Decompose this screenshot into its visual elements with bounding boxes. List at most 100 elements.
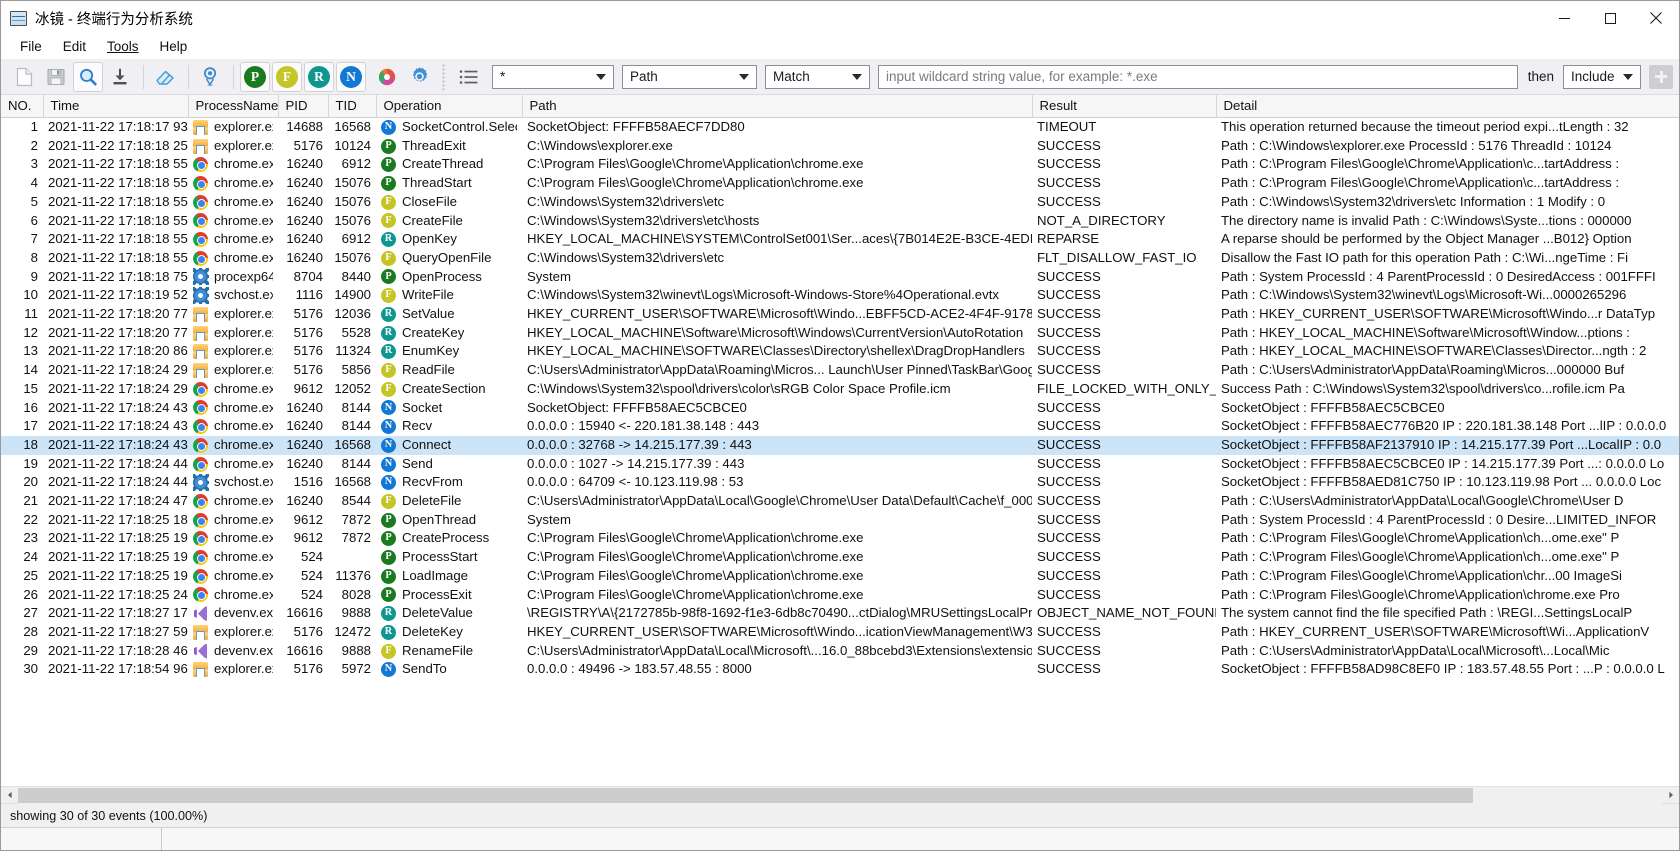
cell-path: C:\Program Files\Google\Chrome\Applicati… <box>527 586 864 602</box>
filter-operator-select[interactable]: Match <box>765 64 870 89</box>
table-row[interactable]: 2 2021-11-22 17:18:18 258 explorer.exe 5176… <box>1 137 1679 156</box>
column-header-pid[interactable]: PID <box>278 95 329 118</box>
operation-type-P-icon: P <box>381 568 396 584</box>
cell-tid: 15076 <box>334 175 371 191</box>
table-row[interactable]: 22 2021-11-22 17:18:25 184 chrome.exe 9612 7… <box>1 511 1679 530</box>
table-row[interactable]: 16 2021-11-22 17:18:24 436 chrome.exe 16240… <box>1 399 1679 418</box>
table-row[interactable]: 13 2021-11-22 17:18:20 865 explorer.exe 517… <box>1 342 1679 361</box>
table-row[interactable]: 26 2021-11-22 17:18:25 248 chrome.exe 524 80… <box>1 586 1679 605</box>
table-row[interactable]: 30 2021-11-22 17:18:54 963 explorer.exe 517… <box>1 660 1679 679</box>
cell-pid: 16240 <box>286 418 323 434</box>
cell-processname: chrome.exe <box>188 230 278 249</box>
column-header-path[interactable]: Path <box>522 95 1033 118</box>
column-header-operation[interactable]: Operation <box>376 95 523 118</box>
table-row[interactable]: 11 2021-11-22 17:18:20 771 explorer.exe 517… <box>1 305 1679 324</box>
column-header-time[interactable]: Time <box>43 95 189 118</box>
locate-pin-icon[interactable] <box>195 62 225 92</box>
cell-path: HKEY_LOCAL_MACHINE\SYSTEM\ControlSet001\… <box>527 231 1032 247</box>
network-filter-icon[interactable]: N <box>336 61 366 92</box>
table-row[interactable]: 242021-11-22 17:18:25 190chrome.exe524PP… <box>1 548 1679 567</box>
table-row[interactable]: 15 2021-11-22 17:18:24 298 chrome.exe 9612 1… <box>1 380 1679 399</box>
table-row[interactable]: 6 2021-11-22 17:18:18 555 chrome.exe 16240 1… <box>1 212 1679 231</box>
cell-result: SUCCESS <box>1037 287 1101 303</box>
close-button[interactable] <box>1633 1 1679 35</box>
menu-file[interactable]: File <box>11 37 51 58</box>
network-filter-letter: N <box>340 65 362 88</box>
menu-tools-label: Tools <box>107 38 139 54</box>
cell-processname: chrome.exe <box>188 586 278 605</box>
column-header-processname[interactable]: ProcessName <box>188 95 279 118</box>
table-row[interactable]: 8 2021-11-22 17:18:18 555 chrome.exe 16240 1… <box>1 249 1679 268</box>
operation-label: OpenKey <box>402 231 457 247</box>
toolbar-grip[interactable] <box>442 63 446 90</box>
color-highlight-icon[interactable] <box>372 62 402 92</box>
horizontal-scroll-thumb[interactable] <box>18 787 1473 803</box>
cell-tid: 7872 <box>341 511 371 527</box>
process-name-label: chrome.exe <box>214 455 273 471</box>
table-row[interactable]: 182021-11-22 17:18:24 439 chrome.exe 16240… <box>1 435 1679 455</box>
filter-field-select[interactable]: * <box>492 64 614 89</box>
menu-help[interactable]: Help <box>151 37 197 58</box>
process-name-label: devenv.exe <box>214 642 273 658</box>
table-row[interactable]: 29 2021-11-22 17:18:28 465 devenv.exe 16616… <box>1 642 1679 661</box>
list-view-icon[interactable] <box>454 62 484 92</box>
table-row[interactable]: 20 2021-11-22 17:18:24 447 svchost.exe 1516… <box>1 473 1679 492</box>
scroll-right-icon[interactable] <box>1662 787 1679 804</box>
horizontal-scrollbar[interactable] <box>1 786 1679 804</box>
save-icon[interactable] <box>41 62 71 92</box>
table-row[interactable]: 3 2021-11-22 17:18:18 555 chrome.exe 16240 6… <box>1 155 1679 174</box>
cell-detail: The system cannot find the file specifie… <box>1221 605 1633 621</box>
filter-column-select[interactable]: Path <box>622 64 757 89</box>
filter-action-select[interactable]: Include <box>1563 64 1641 89</box>
table-row[interactable]: 27 2021-11-22 17:18:27 176 devenv.exe 16616… <box>1 604 1679 623</box>
operation-type-R-icon: R <box>381 325 396 341</box>
process-filter-icon[interactable]: P <box>240 61 270 92</box>
table-row[interactable]: 12 2021-11-22 17:18:20 771 explorer.exe 517… <box>1 324 1679 343</box>
column-header-tid[interactable]: TID <box>328 95 377 118</box>
cell-operation: F RenameFile <box>376 642 522 661</box>
table-row[interactable]: 9 2021-11-22 17:18:18 758 procexp64.exe 870… <box>1 268 1679 287</box>
operation-type-F-icon: F <box>381 250 396 266</box>
horizontal-scroll-track[interactable] <box>18 786 1662 804</box>
scroll-left-icon[interactable] <box>1 787 18 804</box>
search-icon[interactable] <box>73 61 103 92</box>
table-row[interactable]: 25 2021-11-22 17:18:25 197 chrome.exe 524 11… <box>1 567 1679 586</box>
cell-no: 5 <box>30 193 38 209</box>
table-row[interactable]: 28 2021-11-22 17:18:27 595 explorer.exe 517… <box>1 623 1679 642</box>
eraser-icon[interactable] <box>150 62 180 92</box>
registry-filter-icon[interactable]: R <box>304 61 334 92</box>
menu-edit[interactable]: Edit <box>54 37 95 58</box>
menu-tools[interactable]: Tools <box>98 37 148 58</box>
cell-tid: 8028 <box>341 586 371 602</box>
process-name-label: chrome.exe <box>214 399 273 415</box>
chevron-down-icon <box>596 73 606 80</box>
filter-value-input[interactable] <box>878 64 1518 89</box>
table-row[interactable]: 19 2021-11-22 17:18:24 440 chrome.exe 16240… <box>1 455 1679 474</box>
table-row[interactable]: 17 2021-11-22 17:18:24 437 chrome.exe 16240… <box>1 417 1679 436</box>
table-row[interactable]: 14 2021-11-22 17:18:24 296 explorer.exe 517… <box>1 361 1679 380</box>
minimize-button[interactable] <box>1541 1 1587 35</box>
import-icon[interactable] <box>105 62 135 92</box>
chrome-icon <box>193 568 208 584</box>
table-row[interactable]: 1 2021-11-22 17:18:17 930 explorer.exe 1468… <box>1 118 1679 137</box>
column-header-result[interactable]: Result <box>1032 95 1217 118</box>
table-row[interactable]: 4 2021-11-22 17:18:18 555 chrome.exe 16240 1… <box>1 174 1679 193</box>
table-row[interactable]: 10 2021-11-22 17:18:19 524 svchost.exe 1116… <box>1 286 1679 305</box>
process-name-label: chrome.exe <box>214 511 273 527</box>
maximize-button[interactable] <box>1587 1 1633 35</box>
column-header-detail[interactable]: Detail <box>1216 95 1679 118</box>
table-row[interactable]: 5 2021-11-22 17:18:18 555 chrome.exe 16240 1… <box>1 193 1679 212</box>
table-row[interactable]: 7 2021-11-22 17:18:18 555 chrome.exe 16240 6… <box>1 230 1679 249</box>
table-row[interactable]: 21 2021-11-22 17:18:24 477 chrome.exe 16240… <box>1 492 1679 511</box>
cell-processname: chrome.exe <box>188 399 278 418</box>
file-filter-icon[interactable]: F <box>272 61 302 92</box>
column-header-no[interactable]: NO. <box>1 95 44 118</box>
add-filter-button[interactable] <box>1649 64 1673 89</box>
operation-label: SetValue <box>402 306 455 322</box>
table-row[interactable]: 23 2021-11-22 17:18:25 190 chrome.exe 9612 7… <box>1 529 1679 548</box>
new-file-icon[interactable] <box>9 62 39 92</box>
cell-time: 2021-11-22 17:18:18 258 <box>48 137 188 153</box>
folder-icon <box>193 624 208 640</box>
settings-gear-icon[interactable] <box>404 62 434 92</box>
chevron-down-icon <box>739 73 749 80</box>
